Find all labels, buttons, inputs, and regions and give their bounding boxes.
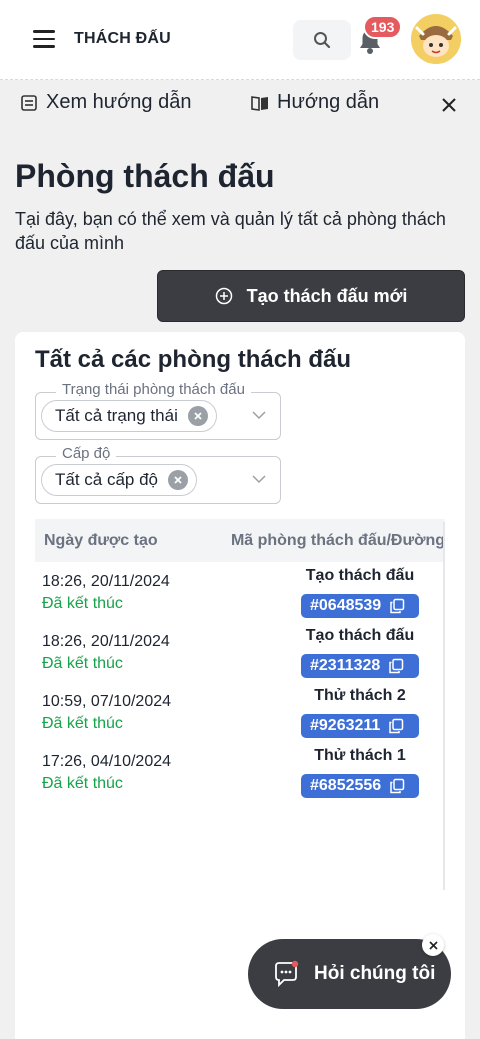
copy-icon[interactable] [388, 718, 404, 734]
room-code: #6852556 [310, 777, 382, 794]
column-header-date: Ngày được tạo [44, 531, 158, 549]
table-row[interactable]: 18:26, 20/11/2024 Đã kết thúc Tạo thách đấ… [35, 622, 445, 682]
created-date: 18:26, 20/11/2024 [42, 573, 170, 590]
search-button[interactable] [293, 20, 351, 60]
level-chip: Tất cả cấp độ [41, 464, 198, 496]
hamburger-icon[interactable] [33, 30, 55, 48]
avatar-image [411, 14, 461, 64]
document-icon [21, 94, 37, 111]
avatar[interactable] [411, 14, 461, 64]
status-filter-label: Trạng thái phòng thách đấu [56, 381, 251, 398]
room-code-badge[interactable]: #2311328 [301, 654, 419, 678]
status-text: Đã kết thúc [42, 595, 123, 612]
table-row[interactable]: 18:26, 20/11/2024 Đã kết thúc Tạo thách đấ… [35, 562, 445, 622]
level-filter-label: Cấp độ [56, 445, 117, 462]
created-date: 17:26, 04/10/2024 [42, 753, 172, 770]
book-icon [251, 95, 268, 111]
status-filter[interactable]: Trạng thái phòng thách đấu Tất cả trạng … [35, 381, 281, 440]
guide-bar: Xem hướng dẫn Hướng dẫn [0, 80, 480, 128]
create-challenge-label: Tạo thách đấu mới [246, 285, 408, 306]
status-chip: Tất cả trạng thái [41, 400, 217, 432]
plus-circle-icon [215, 287, 232, 305]
challenge-rooms-table: Ngày được tạo Mã phòng thách đấu/Đường 1… [35, 519, 445, 889]
notification-badge: 193 [363, 15, 403, 39]
status-chip-label: Tất cả trạng thái [55, 406, 178, 425]
ask-us-button[interactable]: Hỏi chúng tôi [248, 939, 451, 1009]
create-challenge-button[interactable]: Tạo thách đấu mới [157, 270, 465, 322]
ask-us-label: Hỏi chúng tôi [314, 963, 436, 984]
challenge-name: Thử thách 1 [314, 747, 406, 764]
column-header-code: Mã phòng thách đấu/Đường [230, 531, 445, 549]
horizontal-scrollbar[interactable] [443, 522, 445, 890]
clear-icon[interactable] [187, 406, 208, 426]
copy-icon[interactable] [389, 598, 405, 614]
table-row[interactable]: 17:26, 04/10/2024 Đã kết thúc Thử thách 1 #… [35, 742, 445, 802]
chat-close-button[interactable] [422, 934, 444, 956]
chat-icon [275, 960, 299, 988]
view-guide-label: Xem hướng dẫn [46, 91, 192, 113]
level-chip-label: Tất cả cấp độ [55, 470, 159, 489]
room-code-badge[interactable]: #9263211 [301, 714, 419, 738]
top-header: THÁCH ĐẤU 193 [0, 0, 480, 80]
room-code-badge[interactable]: #0648539 [301, 594, 419, 618]
created-date: 18:26, 20/11/2024 [42, 633, 170, 650]
chevron-down-icon[interactable] [252, 411, 266, 420]
copy-icon[interactable] [389, 778, 405, 794]
search-icon [314, 32, 331, 49]
table-row[interactable]: 10:59, 07/10/2024 Đã kết thúc Thử thách 2 #… [35, 682, 445, 742]
table-body: 18:26, 20/11/2024 Đã kết thúc Tạo thách đấ… [35, 562, 445, 802]
challenge-name: Thử thách 2 [314, 687, 406, 704]
page-description: Tại đây, bạn có thể xem và quản lý tất c… [15, 209, 446, 253]
challenge-name: Tạo thách đấu [305, 627, 415, 644]
guide-label: Hướng dẫn [277, 91, 380, 113]
room-code: #0648539 [310, 597, 382, 614]
status-text: Đã kết thúc [42, 715, 123, 732]
level-filter[interactable]: Cấp độ Tất cả cấp độ [35, 445, 281, 504]
challenge-rooms-card: Tất cả các phòng thách đấu Trạng thái ph… [15, 332, 465, 1039]
close-icon[interactable] [440, 96, 458, 114]
room-code-badge[interactable]: #6852556 [301, 774, 419, 798]
view-guide-link[interactable]: Xem hướng dẫn [20, 91, 191, 114]
challenge-name: Tạo thách đấu [305, 567, 415, 584]
status-text: Đã kết thúc [42, 775, 123, 792]
created-date: 10:59, 07/10/2024 [42, 693, 172, 710]
chevron-down-icon[interactable] [252, 475, 266, 484]
page-title: Phòng thách đấu [15, 158, 275, 194]
table-header: Ngày được tạo Mã phòng thách đấu/Đường [35, 519, 445, 562]
room-code: #9263211 [310, 717, 381, 734]
app-title: THÁCH ĐẤU [74, 30, 171, 47]
copy-icon[interactable] [388, 658, 404, 674]
clear-icon[interactable] [168, 470, 189, 490]
status-text: Đã kết thúc [42, 655, 123, 672]
card-title: Tất cả các phòng thách đấu [35, 346, 352, 373]
close-icon [428, 940, 438, 950]
room-code: #2311328 [310, 657, 381, 674]
guide-link[interactable]: Hướng dẫn [251, 91, 379, 114]
